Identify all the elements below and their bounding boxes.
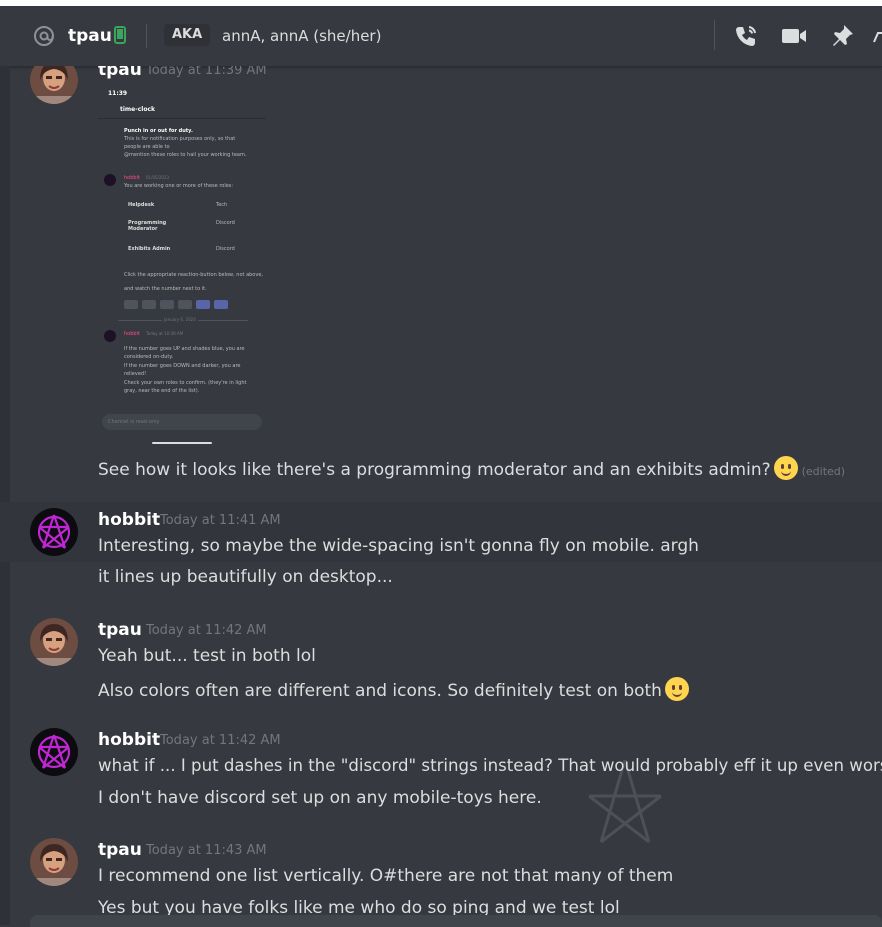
video-call-icon[interactable] <box>780 22 808 50</box>
message-author[interactable]: tpau <box>98 620 142 640</box>
phone-channel-name: time-clock <box>120 106 156 113</box>
phone-role-alt: Discord <box>216 220 235 226</box>
phone-bot-avatar <box>104 330 116 342</box>
message-text: Also colors often are different and icon… <box>98 681 662 701</box>
message-timestamp[interactable]: Today at 11:43 AM <box>146 843 267 858</box>
phone-text-line: considered on-duty. <box>124 354 174 360</box>
message-group: tpau Today at 11:39 AM 11:39 time-clock … <box>0 66 882 496</box>
voice-call-icon[interactable] <box>732 22 760 50</box>
message-author[interactable]: tpau <box>98 840 142 860</box>
message-group: tpau Today at 11:42 AM Yeah but... test … <box>0 612 882 722</box>
message-group: hobbit Today at 11:41 AM Interesting, so… <box>0 502 882 612</box>
avatar-tpau[interactable] <box>30 66 78 104</box>
image-attachment[interactable]: 11:39 time-clock Punch in or out for dut… <box>98 86 266 456</box>
message-text[interactable]: what if ... I put dashes in the "discord… <box>98 756 882 775</box>
avatar-photo-icon <box>30 66 78 104</box>
phone-reaction <box>178 300 192 309</box>
message-content[interactable]: See how it looks like there's a programm… <box>98 456 845 480</box>
message-group: tpau Today at 11:43 AM I recommend one l… <box>0 832 882 925</box>
phone-text-line: You are working one or more of these rol… <box>124 183 234 189</box>
message-list[interactable]: tpau Today at 11:39 AM 11:39 time-clock … <box>0 66 882 925</box>
message-composer[interactable] <box>30 915 882 927</box>
phone-reaction <box>196 300 210 309</box>
phone-input-placeholder: Channel is read-only <box>108 419 160 425</box>
aka-names[interactable]: annA, annA (she/her) <box>222 27 381 45</box>
message-timestamp[interactable]: Today at 11:41 AM <box>160 513 281 528</box>
hobbit-sigil-icon <box>37 514 71 549</box>
phone-bot-name: hobbit <box>124 331 140 337</box>
phone-text-line: Check your own roles to confirm. (they'r… <box>124 380 247 386</box>
phone-text-line: If the number goes DOWN and darker, you … <box>124 363 241 369</box>
message-text[interactable]: Interesting, so maybe the wide-spacing i… <box>98 536 699 556</box>
avatar-photo-icon <box>30 618 78 666</box>
phone-role: Helpdesk <box>128 202 155 208</box>
phone-text-line: people are able to <box>124 144 170 150</box>
message-author[interactable]: tpau <box>98 66 142 80</box>
window-edge <box>0 0 882 6</box>
phone-text-line: Punch in or out for duty. <box>124 128 193 134</box>
message-author[interactable]: hobbit <box>98 730 160 750</box>
avatar-tpau[interactable] <box>30 838 78 886</box>
avatar-hobbit[interactable] <box>30 508 78 556</box>
phone-role-alt: Tech <box>216 202 228 208</box>
avatar-photo-icon <box>30 838 78 886</box>
header-divider <box>146 24 147 48</box>
phone-role-alt: Discord <box>216 246 235 252</box>
message-timestamp[interactable]: Today at 11:42 AM <box>160 733 281 748</box>
phone-text-line: @mention these roles to hail your workin… <box>124 152 247 158</box>
phone-date-label: January 6, 2023 <box>162 317 198 322</box>
message-group: hobbit Today at 11:42 AM what if ... I p… <box>0 722 882 832</box>
channel-header: tpau AKA annA, annA (she/her) <box>0 0 882 67</box>
phone-text-line: and watch the number next to it. <box>124 286 207 292</box>
edited-marker: (edited) <box>801 465 846 478</box>
phone-text-line: If the number goes UP and shades blue, y… <box>124 346 245 352</box>
phone-text-line: This is for notification purposes only, … <box>124 136 236 142</box>
phone-reaction <box>214 300 228 309</box>
hobbit-sigil-icon <box>37 734 71 769</box>
phone-bot-name: hobbit <box>124 175 140 181</box>
slightly-smiling-face-emoji-icon[interactable] <box>773 456 798 480</box>
message-author[interactable]: hobbit <box>98 510 160 530</box>
message-timestamp[interactable]: Today at 11:39 AM <box>146 66 267 78</box>
phone-role: Programming Moderator <box>128 220 167 232</box>
slightly-smiling-face-emoji-icon[interactable] <box>664 677 689 701</box>
phone-text-line: gray, near the end of the list). <box>124 388 200 394</box>
phone-reaction <box>124 300 138 309</box>
phone-home-indicator <box>152 442 212 444</box>
message-content[interactable]: Also colors often are different and icon… <box>98 677 689 701</box>
aka-badge[interactable]: AKA <box>164 24 211 46</box>
phone-text-line: Click the appropriate reaction-button be… <box>124 272 263 278</box>
phone-reaction <box>160 300 174 309</box>
phone-role: Exhibits Admin <box>128 246 171 252</box>
toolbar-divider <box>714 20 715 50</box>
phone-bot-time: Today at 10:39 AM <box>146 331 184 336</box>
at-icon <box>34 26 54 46</box>
phone-reaction <box>142 300 156 309</box>
phone-text-line: relieved! <box>124 371 147 377</box>
members-icon[interactable] <box>872 22 882 50</box>
avatar-hobbit[interactable] <box>30 728 78 776</box>
mobile-online-icon <box>114 26 126 44</box>
message-text: See how it looks like there's a programm… <box>98 460 771 480</box>
message-text[interactable]: I don't have discord set up on any mobil… <box>98 788 542 808</box>
avatar-tpau[interactable] <box>30 618 78 666</box>
phone-status-time: 11:39 <box>108 90 128 97</box>
message-timestamp[interactable]: Today at 11:42 AM <box>146 623 267 638</box>
message-text[interactable]: I recommend one list vertically. O#there… <box>98 866 673 886</box>
message-text[interactable]: Yeah but... test in both lol <box>98 646 316 666</box>
message-text[interactable]: it lines up beautifully on desktop... <box>98 567 393 587</box>
pin-icon[interactable] <box>828 22 856 50</box>
dm-username[interactable]: tpau <box>68 26 112 46</box>
phone-bot-avatar <box>104 174 116 186</box>
phone-bot-time: 01/05/2023 <box>146 175 170 180</box>
